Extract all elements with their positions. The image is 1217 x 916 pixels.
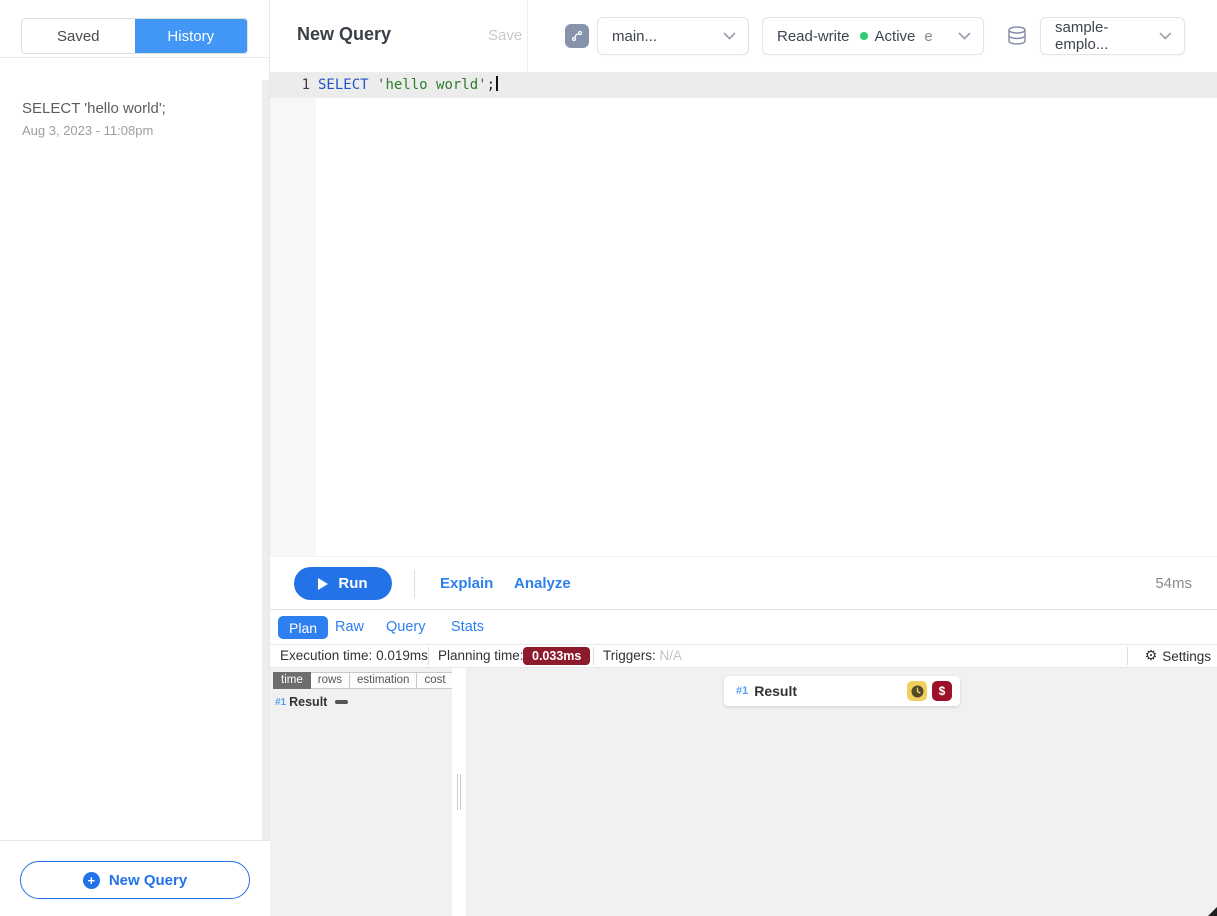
planning-time-badge: 0.033ms (523, 647, 590, 665)
plan-metrics-bar: Execution time: 0.019ms Planning time: 0… (270, 644, 1217, 668)
gear-icon: ⚙ (1145, 649, 1158, 663)
code-text: SELECT 'hello world'; (318, 72, 498, 98)
divider (1127, 647, 1128, 665)
chevron-down-icon (723, 32, 736, 40)
tab-stats[interactable]: Stats (451, 619, 484, 635)
database-icon (1006, 25, 1028, 47)
panel-splitter[interactable] (452, 668, 466, 916)
tab-raw[interactable]: Raw (335, 619, 364, 635)
connection-mode-value: Read-write (777, 28, 850, 45)
play-icon (318, 578, 328, 590)
analyze-button[interactable]: Analyze (514, 575, 571, 592)
run-button[interactable]: Run (294, 567, 392, 600)
chevron-down-icon (958, 32, 971, 40)
sidebar-scrollbar[interactable] (262, 80, 269, 840)
plan-node-list: time rows estimation cost #1 Result (270, 668, 452, 916)
results-tab-bar: Plan Raw Query Stats (270, 610, 1217, 644)
plan-row-name: Result (289, 695, 327, 709)
connection-mode-dropdown[interactable]: Read-write Active e (762, 17, 984, 55)
new-query-button[interactable]: + New Query (20, 861, 250, 899)
sql-semicolon: ; (487, 77, 495, 93)
divider (414, 570, 415, 598)
plan-node-result[interactable]: #1 Result $ (724, 676, 960, 706)
main-area: New Query Save main... Read-write Active (270, 0, 1217, 916)
clock-icon (910, 684, 925, 699)
tab-plan[interactable]: Plan (278, 616, 328, 639)
topbar-divider (527, 0, 528, 72)
triggers: Triggers: N/A (603, 645, 682, 667)
plus-icon: + (83, 872, 100, 889)
connection-status-suffix: e (924, 28, 932, 45)
editor-active-line[interactable]: 1 SELECT 'hello world'; (270, 72, 1217, 98)
cost-badge: $ (932, 681, 952, 701)
execution-time-value: 0.019ms (376, 648, 428, 663)
time-badge (907, 681, 927, 701)
text-cursor (496, 76, 498, 91)
schema-icon (570, 29, 584, 43)
sidebar-tabs: Saved History (0, 0, 270, 58)
new-query-button-label: New Query (109, 872, 187, 889)
triggers-value: N/A (660, 648, 683, 663)
history-query-text: SELECT 'hello world'; (22, 100, 252, 117)
resize-handle-icon[interactable] (1208, 907, 1217, 916)
status-dot-icon (860, 32, 868, 40)
plan-list-row[interactable]: #1 Result (275, 695, 348, 709)
explain-button[interactable]: Explain (440, 575, 493, 592)
plan-node-id: #1 (736, 685, 748, 697)
column-estimation[interactable]: estimation (350, 672, 417, 689)
column-rows[interactable]: rows (311, 672, 350, 689)
query-duration: 54ms (1155, 575, 1192, 592)
planning-time-label: Planning time: (438, 645, 524, 667)
tab-query[interactable]: Query (386, 619, 426, 635)
saved-history-toggle: Saved History (21, 18, 248, 54)
divider (428, 647, 429, 665)
save-button[interactable]: Save (488, 27, 522, 44)
sidebar-footer: + New Query (0, 840, 270, 916)
dollar-icon: $ (939, 684, 946, 698)
settings-label: Settings (1162, 649, 1211, 664)
run-bar: Run Explain Analyze 54ms (270, 556, 1217, 610)
execution-time: Execution time: 0.019ms (280, 645, 428, 667)
database-dropdown[interactable]: sample-emplo... (1040, 17, 1185, 55)
plan-row-id: #1 (275, 697, 286, 708)
schema-diagram-button[interactable] (565, 24, 589, 48)
sql-keyword: SELECT (318, 77, 377, 93)
line-number: 1 (270, 72, 310, 98)
query-topbar: New Query Save main... Read-write Active (270, 0, 1217, 72)
plan-column-toggle: time rows estimation cost (273, 672, 452, 689)
time-bar-indicator (335, 700, 348, 704)
sql-editor[interactable]: 1 SELECT 'hello world'; (270, 72, 1217, 556)
connection-status: Active (875, 28, 916, 45)
editor-gutter (270, 72, 316, 556)
branch-dropdown-value: main... (612, 28, 657, 45)
column-cost[interactable]: cost (417, 672, 452, 689)
plan-settings-button[interactable]: ⚙ Settings (1145, 645, 1211, 667)
run-button-label: Run (338, 575, 367, 592)
tab-saved[interactable]: Saved (22, 19, 135, 53)
history-timestamp: Aug 3, 2023 - 11:08pm (22, 123, 252, 138)
divider (593, 647, 594, 665)
tab-history[interactable]: History (135, 19, 248, 53)
database-dropdown-value: sample-emplo... (1055, 19, 1159, 53)
sql-client-app: Saved History SELECT 'hello world'; Aug … (0, 0, 1217, 916)
sql-string: 'hello world' (377, 77, 487, 93)
sidebar: Saved History SELECT 'hello world'; Aug … (0, 0, 270, 916)
plan-node-name: Result (754, 683, 797, 699)
chevron-down-icon (1159, 32, 1172, 40)
history-list-item[interactable]: SELECT 'hello world'; Aug 3, 2023 - 11:0… (22, 100, 252, 138)
query-title: New Query (297, 24, 391, 45)
column-time[interactable]: time (273, 672, 311, 689)
branch-dropdown[interactable]: main... (597, 17, 749, 55)
plan-visualizer: time rows estimation cost #1 Result #1 R… (270, 668, 1217, 916)
plan-canvas[interactable]: #1 Result $ (466, 668, 1217, 916)
